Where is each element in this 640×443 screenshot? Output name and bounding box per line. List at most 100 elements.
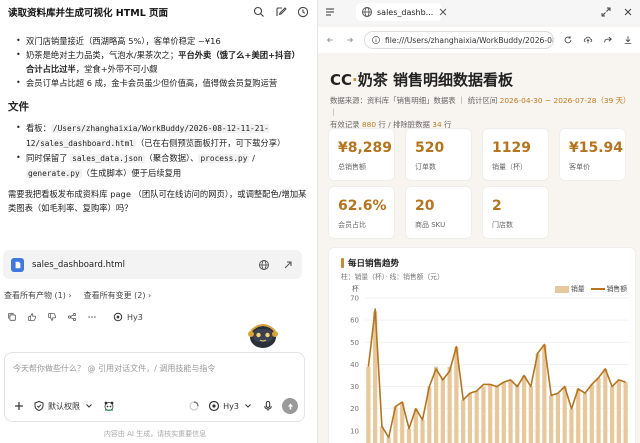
forward-icon[interactable] bbox=[344, 34, 356, 46]
bar bbox=[569, 408, 574, 443]
list-item: • 看板：/Users/zhanghaixia/WorkBuddy/2026-0… bbox=[16, 123, 286, 148]
y-tick-label: 60 bbox=[350, 317, 359, 325]
kpi-value: 1129 bbox=[492, 140, 531, 156]
conversation-title: 读取资料库并生成可视化 HTML 页面 bbox=[8, 8, 169, 19]
kpi-value: 520 bbox=[415, 140, 445, 156]
arrow-up-icon bbox=[287, 403, 293, 409]
artifact-file-name: sales_dashboard.html bbox=[32, 259, 125, 270]
bar bbox=[366, 366, 371, 443]
view-products-link[interactable]: 查看所有产物 (1) › bbox=[4, 290, 72, 301]
kpi-card-avg-ticket: ¥15.94 客单价 bbox=[559, 128, 626, 181]
share-icon[interactable] bbox=[602, 34, 614, 46]
composer-input[interactable]: 今天帮你做些什么？ @ 引用对话文件，/ 调用技能与指令 bbox=[13, 363, 215, 374]
globe-icon bbox=[361, 6, 373, 18]
back-icon[interactable] bbox=[324, 34, 336, 46]
kpi-label: 商品 SKU bbox=[415, 221, 446, 229]
y-tick-label: 20 bbox=[350, 405, 359, 413]
thumbs-down-icon[interactable] bbox=[46, 311, 58, 323]
info-icon bbox=[371, 34, 381, 46]
model-selector[interactable]: Hy3 bbox=[208, 400, 254, 412]
url-text: file:///Users/zhanghaixia/WorkBuddy/2026… bbox=[385, 35, 554, 45]
bar bbox=[623, 382, 628, 443]
bar bbox=[549, 395, 554, 443]
follow-up-question: 需要我把看板发布成资料库 page （团队可在线访问的网页），或调整配色/增加某… bbox=[8, 189, 307, 213]
bar bbox=[521, 375, 527, 443]
chat-panel: 读取资料库并生成可视化 HTML 页面 • 双门店销量接近（西湖略高 5%），客单… bbox=[0, 0, 317, 443]
microphone-icon[interactable] bbox=[262, 400, 274, 412]
artifact-file-card[interactable]: sales_dashboard.html bbox=[3, 250, 302, 279]
bar bbox=[596, 377, 601, 443]
file-name[interactable]: sales_data.json bbox=[70, 154, 145, 163]
kpi-label: 门店数 bbox=[492, 221, 513, 229]
assistant-message: • 双门店销量接近（西湖略高 5%），客单价稳定 ~¥16 • 奶茶是绝对主力品类… bbox=[8, 34, 308, 215]
kpi-label: 销量（杯） bbox=[492, 163, 527, 171]
url-field[interactable]: file:///Users/zhanghaixia/WorkBuddy/2026… bbox=[364, 31, 554, 49]
preview-tabbar: sales_dashb... bbox=[318, 0, 640, 24]
bar bbox=[433, 366, 439, 443]
download-icon[interactable] bbox=[622, 34, 634, 46]
bar bbox=[609, 386, 615, 443]
message-composer[interactable]: 今天帮你做些什么？ @ 引用对话文件，/ 调用技能与指令 默认权限 Hy3 bbox=[4, 352, 305, 422]
model-badge: Hy3 bbox=[112, 311, 143, 323]
kpi-label: 总销售额 bbox=[338, 163, 366, 171]
bar bbox=[440, 377, 445, 443]
bar bbox=[481, 386, 486, 443]
bar bbox=[589, 384, 594, 443]
preview-tab[interactable]: sales_dashb... bbox=[356, 3, 447, 21]
bar bbox=[616, 379, 621, 443]
bar bbox=[555, 393, 561, 443]
bar bbox=[494, 386, 500, 443]
close-icon[interactable] bbox=[437, 6, 449, 18]
kpi-value: ¥8,289 bbox=[338, 140, 393, 156]
chat-header: 读取资料库并生成可视化 HTML 页面 bbox=[0, 0, 317, 24]
menu-icon[interactable] bbox=[324, 6, 336, 18]
kpi-value: 62.6% bbox=[338, 198, 387, 214]
history-icon[interactable] bbox=[297, 6, 309, 18]
copy-icon[interactable] bbox=[6, 311, 18, 323]
y-tick-label: 10 bbox=[350, 427, 359, 435]
dashboard-meta: 数据来源：资料库「销售明细」数据表 ｜ 统计区间 2026-04-30 ~ 20… bbox=[330, 96, 631, 129]
list-item: • 会员订单占比超 6 成，金卡会员虽少但价值高，值得做会员复购运营 bbox=[16, 78, 278, 88]
list-item: • 双门店销量接近（西湖略高 5%），客单价稳定 ~¥16 bbox=[16, 36, 221, 46]
files-heading: 文件 bbox=[8, 101, 29, 113]
permission-selector[interactable]: 默认权限 bbox=[33, 400, 95, 412]
list-item: • 同时保留了 sales_data.json （聚合数据）、 process.py… bbox=[16, 153, 255, 178]
more-icon[interactable] bbox=[86, 311, 98, 323]
bar bbox=[420, 419, 425, 443]
dashboard-page: CC·奶茶 销售明细数据看板 数据来源：资料库「销售明细」数据表 ｜ 统计区间 … bbox=[318, 55, 640, 443]
open-external-icon[interactable] bbox=[282, 259, 294, 271]
kpi-card-member-ratio: 62.6% 会员占比 bbox=[328, 186, 395, 239]
new-chat-icon[interactable] bbox=[275, 6, 287, 18]
send-button[interactable] bbox=[282, 398, 298, 414]
bar bbox=[535, 353, 540, 443]
address-bar: file:///Users/zhanghaixia/WorkBuddy/2026… bbox=[318, 27, 640, 53]
share-icon[interactable] bbox=[66, 311, 78, 323]
view-changes-link[interactable]: 查看所有变更 (2) › bbox=[84, 290, 152, 301]
expand-icon[interactable] bbox=[600, 6, 612, 18]
search-icon[interactable] bbox=[253, 6, 265, 18]
loading-icon bbox=[188, 400, 200, 412]
message-actions: Hy3 bbox=[6, 311, 143, 323]
list-item: • 奶茶是绝对主力品类，气泡水/果茶次之；平台外卖（饿了么+美团+抖音）合计占比… bbox=[16, 50, 300, 74]
panda-icon[interactable] bbox=[103, 400, 115, 412]
bar bbox=[508, 379, 513, 443]
file-name[interactable]: process.py bbox=[198, 154, 250, 163]
chevron-down-icon bbox=[83, 400, 95, 412]
shield-check-icon bbox=[33, 400, 45, 412]
model-logo-icon bbox=[112, 311, 124, 323]
refresh-icon[interactable] bbox=[562, 34, 574, 46]
y-tick-label: 30 bbox=[350, 383, 359, 391]
add-icon[interactable] bbox=[13, 400, 25, 412]
file-name[interactable]: generate.py bbox=[26, 169, 82, 178]
kpi-value: 2 bbox=[492, 198, 502, 214]
globe-icon[interactable] bbox=[258, 259, 270, 271]
thumbs-up-icon[interactable] bbox=[26, 311, 38, 323]
chart-plot-area: 010203040506070 bbox=[350, 295, 629, 443]
kpi-card-units: 1129 销量（杯） bbox=[482, 128, 549, 181]
close-icon[interactable] bbox=[622, 6, 634, 18]
kpi-value: 20 bbox=[415, 198, 435, 214]
kpi-card-orders: 520 订单数 bbox=[405, 128, 472, 181]
bar bbox=[582, 393, 588, 443]
upload-icon[interactable] bbox=[582, 34, 594, 46]
y-tick-label: 50 bbox=[350, 339, 359, 347]
